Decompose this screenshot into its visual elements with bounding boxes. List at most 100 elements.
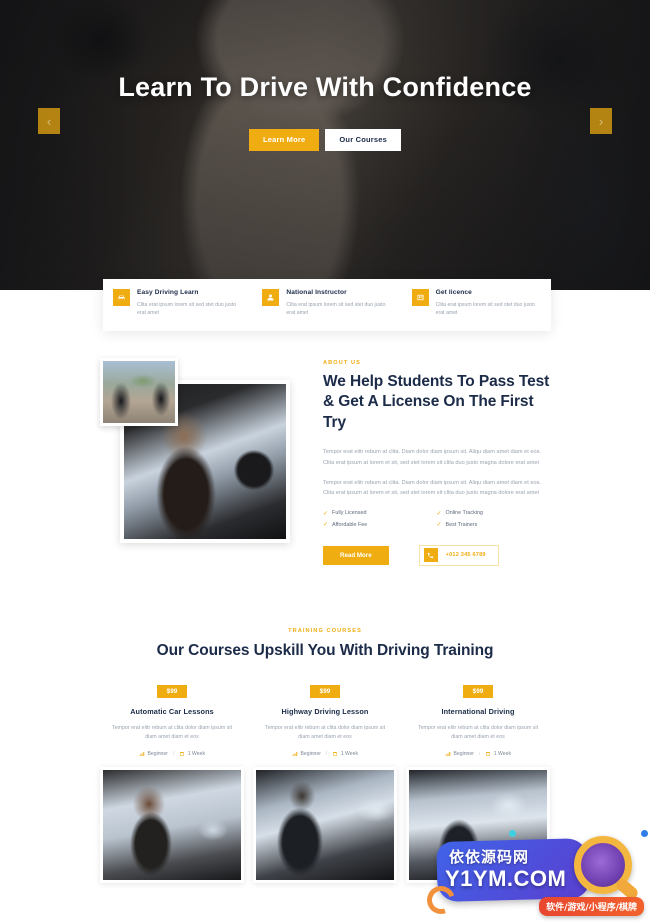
signal-bars-icon [445, 752, 451, 757]
signal-bars-icon [292, 752, 298, 757]
watermark-swirl-icon [422, 881, 460, 919]
course-description: Tempor erat elitr rebum at clita dolor d… [264, 724, 386, 741]
calendar-icon [486, 752, 491, 757]
about-eyebrow: ABOUT US [323, 360, 362, 366]
learn-more-button[interactable]: Learn More [248, 128, 320, 151]
about-wrapper: ABOUT US We Help Students To Pass Test &… [100, 358, 550, 566]
checklist-item: ✓ Best Trainers [437, 519, 551, 530]
checklist-label: Online Tracking [445, 510, 483, 517]
course-meta: Beginner / 1 Week [253, 751, 397, 757]
course-card[interactable]: $99 Highway Driving Lesson Tempor erat e… [253, 680, 397, 884]
hero-content: Learn To Drive With Confidence Learn Mor… [0, 0, 650, 290]
about-paragraph-2: Tempor erat elitr rebum at clita. Diam d… [323, 479, 541, 497]
course-image [406, 767, 550, 884]
meta-separator: / [478, 751, 481, 758]
course-meta: Beginner / 1 Week [406, 751, 550, 757]
course-price-badge: $99 [463, 684, 493, 698]
about-content: ABOUT US We Help Students To Pass Test &… [323, 358, 550, 566]
about-paragraph-1: Tempor erat elitr rebum at clita. Diam d… [323, 449, 541, 466]
watermark-tagline: 软件/游戏/小程序/棋牌 [539, 897, 644, 916]
calendar-icon [180, 752, 185, 757]
course-card[interactable]: $99 International Driving Tempor erat el… [406, 680, 550, 884]
courses-header: TRAINING COURSES Our Courses Upskill You… [0, 628, 650, 662]
course-duration-label: 1 Week [493, 751, 511, 758]
licence-card-icon [411, 289, 429, 306]
feature-item-national-instructor[interactable]: National Instructor Clita erat ipsum lor… [252, 289, 401, 318]
course-level: Beginner [139, 751, 168, 757]
course-duration-label: 1 Week [187, 751, 205, 758]
read-more-button[interactable]: Read More [323, 545, 389, 565]
checklist-item: ✓ Fully Licensed [323, 508, 437, 519]
phone-number: +012 345 6789 [445, 552, 486, 559]
feature-description: Clita erat ipsum lorem sit sed stet duo … [286, 301, 386, 317]
car-icon [113, 289, 130, 306]
course-card[interactable]: $99 Automatic Car Lessons Tempor erat el… [100, 680, 244, 884]
about-checklist: ✓ Fully Licensed ✓ Online Tracking ✓ Aff… [323, 508, 550, 531]
about-image-collage [100, 358, 305, 543]
course-level-label: Beginner [453, 751, 474, 758]
feature-description: Clita erat ipsum lorem sit sed stet duo … [137, 301, 237, 317]
feature-title: National Instructor [286, 289, 347, 296]
feature-item-easy-driving-learn[interactable]: Easy Driving Learn Clita erat ipsum lore… [103, 289, 252, 318]
hero-section: ‹ › Learn To Drive With Confidence Learn… [0, 0, 650, 290]
course-price-badge: $99 [157, 684, 187, 698]
our-courses-button[interactable]: Our Courses [325, 128, 402, 151]
checklist-label: Fully Licensed [332, 510, 367, 517]
chevron-left-icon: ‹ [46, 113, 52, 129]
course-name: International Driving [441, 706, 515, 716]
feature-bar: Easy Driving Learn Clita erat ipsum lore… [103, 279, 551, 331]
course-duration: 1 Week [485, 751, 511, 757]
checklist-item: ✓ Online Tracking [437, 508, 551, 519]
about-image-instructor [100, 358, 178, 426]
landing-page: ‹ › Learn To Drive With Confidence Learn… [0, 0, 650, 924]
course-image [253, 767, 397, 884]
course-name: Automatic Car Lessons [130, 706, 214, 716]
check-icon: ✓ [323, 510, 329, 517]
check-icon: ✓ [323, 522, 329, 529]
checklist-label: Best Trainers [445, 521, 478, 528]
course-image [100, 767, 244, 884]
calendar-icon [333, 752, 338, 757]
course-duration: 1 Week [179, 751, 205, 757]
phone-contact-button[interactable]: +012 345 6789 [418, 544, 499, 566]
check-icon: ✓ [436, 522, 442, 529]
feature-description: Clita erat ipsum lorem sit sed stet duo … [435, 301, 535, 317]
course-duration-label: 1 Week [340, 751, 358, 758]
phone-icon [423, 548, 438, 563]
feature-title: Easy Driving Learn [137, 289, 199, 296]
hero-title: Learn To Drive With Confidence [118, 72, 532, 102]
checklist-item: ✓ Affordable Fee [323, 519, 437, 530]
meta-separator: / [325, 751, 328, 758]
courses-section: TRAINING COURSES Our Courses Upskill You… [0, 565, 650, 884]
feature-text: Easy Driving Learn Clita erat ipsum lore… [137, 289, 242, 318]
course-duration: 1 Week [332, 751, 358, 757]
about-heading: We Help Students To Pass Test & Get A Li… [323, 373, 550, 431]
course-level-label: Beginner [300, 751, 321, 758]
feature-text: National Instructor Clita erat ipsum lor… [286, 289, 391, 318]
about-actions: Read More +012 345 6789 [323, 544, 550, 566]
course-level-label: Beginner [147, 751, 168, 758]
course-description: Tempor erat elitr rebum at clita dolor d… [111, 724, 233, 741]
feature-text: Get licence Clita erat ipsum lorem sit s… [436, 289, 541, 318]
course-price-badge: $99 [310, 684, 340, 698]
check-icon: ✓ [436, 510, 442, 517]
hero-button-group: Learn More Our Courses [248, 128, 402, 151]
course-level: Beginner [292, 751, 321, 757]
feature-title: Get licence [435, 289, 472, 296]
instructor-icon [262, 289, 280, 306]
course-description: Tempor erat elitr rebum at clita dolor d… [417, 724, 539, 741]
about-section: ABOUT US We Help Students To Pass Test &… [0, 290, 650, 566]
courses-eyebrow: TRAINING COURSES [288, 627, 362, 634]
course-level: Beginner [445, 751, 474, 757]
course-meta: Beginner / 1 Week [100, 751, 244, 757]
courses-title: Our Courses Upskill You With Driving Tra… [156, 641, 494, 659]
course-grid: $99 Automatic Car Lessons Tempor erat el… [100, 680, 550, 884]
carousel-next-arrow[interactable]: › [590, 108, 612, 134]
meta-separator: / [172, 751, 175, 758]
chevron-right-icon: › [598, 113, 604, 129]
checklist-label: Affordable Fee [332, 521, 368, 528]
carousel-prev-arrow[interactable]: ‹ [38, 108, 60, 134]
course-name: Highway Driving Lesson [281, 706, 369, 716]
signal-bars-icon [139, 752, 145, 757]
feature-item-get-licence[interactable]: Get licence Clita erat ipsum lorem sit s… [402, 289, 551, 318]
